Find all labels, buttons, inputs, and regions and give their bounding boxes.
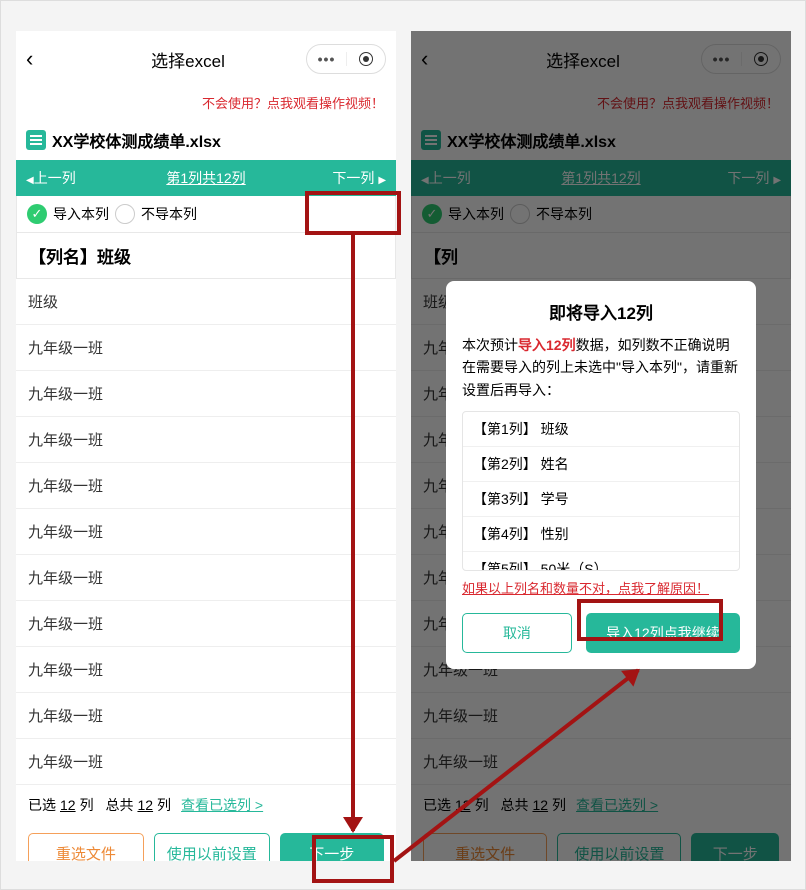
reselect-file-button[interactable]: 重选文件 [28, 833, 144, 861]
data-row: 九年级一班 [16, 417, 396, 463]
data-row: 九年级一班 [16, 693, 396, 739]
file-name-text: XX学校体测成绩单.xlsx [52, 128, 221, 152]
data-rows-container: 班级九年级一班九年级一班九年级一班九年级一班九年级一班九年级一班九年级一班九年级… [16, 279, 396, 785]
data-row: 九年级一班 [16, 601, 396, 647]
next-step-button[interactable]: 下一步 [280, 833, 384, 861]
footer-info: 已选12列 总共12列 查看已选列 > [16, 785, 396, 825]
view-selected-link[interactable]: 查看已选列 > [181, 795, 263, 815]
dialog-column-list[interactable]: 【第1列】 班级【第2列】 姓名【第3列】 学号【第4列】 性别【第5列】 50… [462, 411, 740, 571]
column-position-link[interactable]: 第1列共12列 [143, 168, 270, 188]
dialog-column-item: 【第1列】 班级 [463, 412, 739, 447]
data-row: 九年级一班 [16, 647, 396, 693]
dialog-column-item: 【第2列】 姓名 [463, 447, 739, 482]
data-row: 九年级一班 [16, 325, 396, 371]
import-confirm-dialog: 即将导入12列 本次预计导入12列数据，如列数不正确说明在需要导入的列上未选中"… [446, 281, 756, 669]
left-screen: ‹ 选择excel ••• 不会使用？点我观看操作视频！ XX学校体测成绩单.x… [16, 31, 396, 861]
back-icon[interactable]: ‹ [26, 46, 50, 72]
data-row: 班级 [16, 279, 396, 325]
column-name-header: 【列名】班级 [16, 233, 396, 279]
dialog-confirm-import-button[interactable]: 导入12列点我继续 [586, 613, 740, 653]
dialog-button-row: 取消 导入12列点我继续 [462, 613, 740, 653]
data-row: 九年级一班 [16, 739, 396, 785]
radio-import-yes-label: 导入本列 [53, 204, 109, 224]
use-previous-settings-button[interactable]: 使用以前设置 [154, 833, 270, 861]
more-icon[interactable]: ••• [307, 51, 346, 67]
dialog-column-item: 【第4列】 性别 [463, 517, 739, 552]
miniprogram-capsule[interactable]: ••• [306, 44, 386, 74]
radio-import-no-label: 不导本列 [141, 204, 197, 224]
next-column-button[interactable]: 下一列 ▶ [269, 168, 396, 188]
data-row: 九年级一班 [16, 463, 396, 509]
header-bar: ‹ 选择excel ••• [16, 31, 396, 87]
excel-file-icon [26, 130, 46, 150]
close-miniprogram-icon[interactable] [346, 52, 385, 66]
data-row: 九年级一班 [16, 509, 396, 555]
dialog-warning-link[interactable]: 如果以上列名和数量不对，点我了解原因！ [462, 579, 740, 599]
help-video-link[interactable]: 不会使用？点我观看操作视频！ [16, 87, 396, 120]
dialog-description: 本次预计导入12列数据，如列数不正确说明在需要导入的列上未选中"导入本列"，请重… [462, 334, 740, 401]
prev-column-button[interactable]: ◀上一列 [16, 168, 143, 188]
data-row: 九年级一班 [16, 371, 396, 417]
import-choice-row: ✓ 导入本列 不导本列 [16, 196, 396, 233]
file-name-bar: XX学校体测成绩单.xlsx [16, 120, 396, 160]
footer-buttons: 重选文件 使用以前设置 下一步 [16, 825, 396, 861]
annotation-arrow-down [351, 235, 355, 831]
column-pager: ◀上一列 第1列共12列 下一列 ▶ [16, 160, 396, 196]
dialog-column-item: 【第3列】 学号 [463, 482, 739, 517]
dialog-column-item: 【第5列】 50米（S） [463, 552, 739, 571]
radio-import-no[interactable] [115, 204, 135, 224]
data-row: 九年级一班 [16, 555, 396, 601]
dialog-title: 即将导入12列 [462, 299, 740, 324]
radio-import-yes[interactable]: ✓ [27, 204, 47, 224]
dialog-cancel-button[interactable]: 取消 [462, 613, 572, 653]
right-screen: ‹ 选择excel ••• 不会使用？点我观看操作视频！ XX学校体测成绩单.x… [411, 31, 791, 861]
